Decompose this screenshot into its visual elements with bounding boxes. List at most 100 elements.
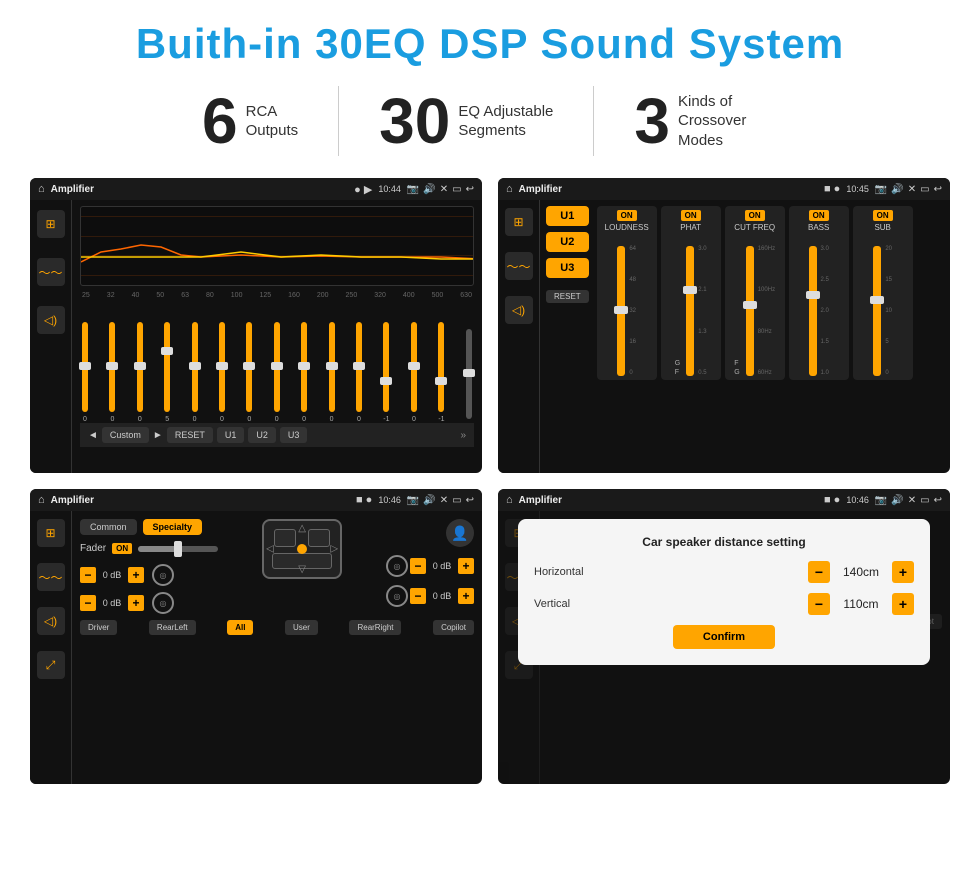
eq-filter-btn[interactable]: ⊞ — [37, 210, 65, 238]
eq-slider-8[interactable]: 0 — [301, 322, 307, 423]
u1-btn[interactable]: U1 — [546, 206, 589, 226]
u3-btn[interactable]: U3 — [546, 258, 589, 278]
loudness-on-badge[interactable]: ON — [617, 210, 637, 221]
crossover-screen-card: ⌂ Amplifier ■ ● 10:45 📷 🔊 ✕ ▭ ↩ ⊞ 〜〜 ◁) — [498, 178, 950, 473]
eq-reset-btn[interactable]: RESET — [167, 427, 213, 443]
fader-row-label: Fader — [80, 543, 106, 554]
eq-curve-svg — [81, 207, 473, 285]
eq-slider-1[interactable]: 0 — [109, 322, 115, 423]
sub-label: SUB — [874, 223, 890, 232]
eq-speaker-btn[interactable]: ◁) — [37, 306, 65, 334]
eq-u1-btn[interactable]: U1 — [217, 427, 245, 443]
stat-crossover: 3 Kinds ofCrossover Modes — [594, 89, 818, 153]
down-arrow[interactable]: ▽ — [298, 564, 306, 575]
eq-slider-10[interactable]: 0 — [356, 322, 362, 423]
user-btn[interactable]: User — [285, 620, 318, 635]
stat-number-eq: 30 — [379, 89, 450, 153]
phat-on-badge[interactable]: ON — [681, 210, 701, 221]
dist-back-icon: ↩ — [934, 495, 942, 506]
eq-prev-btn[interactable]: ◄ — [88, 430, 98, 441]
eq-freq-labels: 253240506380100125160200250320400500630 — [80, 292, 474, 299]
spk-plus-left-2[interactable]: + — [128, 595, 144, 611]
eq-slider-0[interactable]: 0 — [82, 322, 88, 423]
fader-expand-btn[interactable]: ⤢ — [37, 651, 65, 679]
spk-plus-left-1[interactable]: + — [128, 567, 144, 583]
right-arrow[interactable]: ▷ — [330, 544, 338, 555]
eq-custom-btn[interactable]: Custom — [102, 427, 149, 443]
speaker-row-2: − 0 dB + ◎ — [80, 592, 218, 614]
xo-speaker-btn[interactable]: ◁) — [505, 296, 533, 324]
eq-more-icon[interactable]: » — [460, 430, 466, 441]
eq-slider-14[interactable] — [466, 329, 472, 423]
spk-plus-right-2[interactable]: + — [458, 588, 474, 604]
xo-filter-btn[interactable]: ⊞ — [505, 208, 533, 236]
eq-slider-6[interactable]: 0 — [246, 322, 252, 423]
stat-label-eq: EQ AdjustableSegments — [458, 102, 553, 141]
eq-slider-2[interactable]: 0 — [137, 322, 143, 423]
bass-freq-labels: 3.02.52.01.51.0 — [821, 246, 829, 376]
window-icon: ▭ — [452, 184, 461, 195]
right-controls: 👤 ◎ − 0 dB + ◎ − 0 dB + — [386, 519, 474, 607]
xo-sub-header: ON SUB — [873, 210, 893, 232]
eq-slider-13[interactable]: -1 — [438, 322, 444, 423]
tab-common[interactable]: Common — [80, 519, 137, 535]
all-btn[interactable]: All — [227, 620, 253, 635]
confirm-button[interactable]: Confirm — [673, 625, 775, 649]
horizontal-plus-btn[interactable]: + — [892, 561, 914, 583]
driver-btn[interactable]: Driver — [80, 620, 117, 635]
vertical-minus-btn[interactable]: − — [808, 593, 830, 615]
sub-track[interactable] — [873, 246, 881, 376]
front-right-seat — [308, 529, 330, 547]
fader-speaker-btn[interactable]: ◁) — [37, 607, 65, 635]
fader-filter-btn[interactable]: ⊞ — [37, 519, 65, 547]
spk-val-left-2: 0 dB — [98, 598, 126, 608]
fader-bar[interactable] — [138, 546, 218, 552]
left-arrow[interactable]: ◁ — [266, 544, 274, 555]
cutfreq-track[interactable] — [746, 246, 754, 376]
spk-plus-right-1[interactable]: + — [458, 558, 474, 574]
eq-next-btn[interactable]: ► — [153, 430, 163, 441]
eq-slider-7[interactable]: 0 — [274, 322, 280, 423]
tab-specialty[interactable]: Specialty — [143, 519, 203, 535]
eq-u2-btn[interactable]: U2 — [248, 427, 276, 443]
dist-time: 10:46 — [846, 495, 869, 505]
spk-minus-right-2[interactable]: − — [410, 588, 426, 604]
car-diagram: ◁ ▷ △ ▽ — [262, 519, 342, 579]
spk-minus-left-1[interactable]: − — [80, 567, 96, 583]
rearleft-btn[interactable]: RearLeft — [149, 620, 196, 635]
eq-wave-btn[interactable]: 〜〜 — [37, 258, 65, 286]
spk-minus-left-2[interactable]: − — [80, 595, 96, 611]
xo-wave-btn[interactable]: 〜〜 — [505, 252, 533, 280]
u2-btn[interactable]: U2 — [546, 232, 589, 252]
dist-window-icon: ▭ — [920, 495, 929, 506]
fader-on-badge[interactable]: ON — [112, 543, 132, 554]
eq-slider-4[interactable]: 0 — [192, 322, 198, 423]
fader-wave-btn[interactable]: 〜〜 — [37, 563, 65, 591]
stat-number-crossover: 3 — [634, 89, 670, 153]
eq-slider-12[interactable]: 0 — [411, 322, 417, 423]
eq-slider-9[interactable]: 0 — [329, 322, 335, 423]
bass-on-badge[interactable]: ON — [809, 210, 829, 221]
fader-bottom-buttons: Driver RearLeft All User RearRight Copil… — [80, 620, 474, 635]
spk-val-left-1: 0 dB — [98, 570, 126, 580]
bass-track[interactable] — [809, 246, 817, 376]
copilot-btn[interactable]: Copilot — [433, 620, 474, 635]
xo-reset-btn[interactable]: RESET — [546, 290, 589, 303]
cutfreq-on-badge[interactable]: ON — [745, 210, 765, 221]
fader-thumb[interactable] — [174, 541, 182, 557]
rearright-btn[interactable]: RearRight — [349, 620, 401, 635]
eq-slider-3[interactable]: 5 — [164, 322, 170, 423]
horizontal-minus-btn[interactable]: − — [808, 561, 830, 583]
fader-content: ⊞ 〜〜 ◁) ⤢ Common Specialty — [30, 511, 482, 784]
eq-slider-5[interactable]: 0 — [219, 322, 225, 423]
eq-u3-btn[interactable]: U3 — [280, 427, 308, 443]
sub-on-badge[interactable]: ON — [873, 210, 893, 221]
xo-topbar: ⌂ Amplifier ■ ● 10:45 📷 🔊 ✕ ▭ ↩ — [498, 178, 950, 200]
up-arrow[interactable]: △ — [298, 523, 306, 534]
fader-dot-icon: ■ ● — [356, 494, 372, 506]
loudness-track[interactable] — [617, 246, 625, 376]
vertical-plus-btn[interactable]: + — [892, 593, 914, 615]
spk-minus-right-1[interactable]: − — [410, 558, 426, 574]
eq-slider-11[interactable]: -1 — [383, 322, 389, 423]
phat-track[interactable] — [686, 246, 694, 376]
